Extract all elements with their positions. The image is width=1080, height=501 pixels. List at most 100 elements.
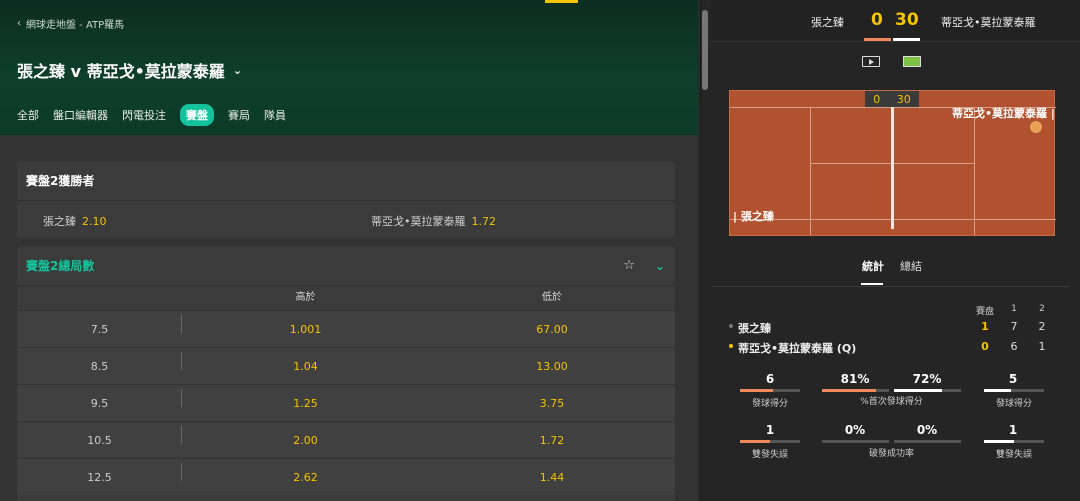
- breadcrumb[interactable]: ‹ 網球走地盤 - ATP羅馬: [17, 16, 124, 31]
- over-odds[interactable]: 1.25: [182, 397, 429, 410]
- player2-indicator: [893, 38, 920, 41]
- court-player2: 蒂亞戈•莫拉蒙泰羅 |: [952, 107, 1055, 120]
- player1-set1: 7: [1010, 320, 1018, 333]
- player1-name: 張之臻: [811, 16, 844, 29]
- under-odds[interactable]: 3.75: [429, 397, 675, 410]
- table-header: 高於 低於: [17, 286, 675, 310]
- first-serve-p2: 72%: [912, 372, 942, 386]
- divider: [181, 462, 182, 481]
- selection-name: 蒂亞戈•莫拉蒙泰羅: [371, 215, 466, 228]
- star-icon[interactable]: ☆: [623, 258, 635, 273]
- aces-label-p1: 發球得分: [751, 399, 788, 409]
- court-view-icon[interactable]: [903, 56, 921, 67]
- set2-header: 2: [1039, 304, 1045, 314]
- break-points-p2: 0%: [916, 423, 938, 437]
- aces-p2-bar: [984, 389, 1044, 392]
- page-title[interactable]: 張之臻 v 蒂亞戈•莫拉蒙泰羅 ⌄: [17, 58, 242, 82]
- scoreboard-header: 張之臻 0 30 蒂亞戈•莫拉蒙泰羅: [711, 0, 1080, 42]
- line-value: 9.5: [17, 388, 182, 410]
- breadcrumb-label[interactable]: 網球走地盤 - ATP羅馬: [26, 16, 124, 31]
- under-odds[interactable]: 1.44: [429, 471, 675, 484]
- table-row: 7.5 1.001 67.00: [17, 310, 675, 347]
- scrollbar[interactable]: [702, 10, 708, 90]
- divider: [712, 286, 1070, 287]
- match-header: ‹ 網球走地盤 - ATP羅馬 張之臻 v 蒂亞戈•莫拉蒙泰羅 ⌄ 全部 盤口編…: [0, 0, 698, 135]
- tab-players[interactable]: 隊員: [264, 105, 286, 125]
- tab-summary[interactable]: 總結: [900, 258, 922, 274]
- first-serve-p1-bar: [822, 389, 889, 392]
- table-row: 8.5 1.04 13.00: [17, 347, 675, 384]
- market-tabs: 全部 盤口編輯器 閃電投注 賽盤 賽局 隊員: [17, 104, 286, 126]
- player1-row-name: 張之臻: [738, 322, 771, 335]
- player1-score: 0: [871, 10, 883, 30]
- under-odds[interactable]: 13.00: [429, 360, 675, 373]
- match-title: 張之臻 v 蒂亞戈•莫拉蒙泰羅: [17, 62, 225, 81]
- chevron-left-icon[interactable]: ‹: [17, 18, 21, 29]
- line-value: 10.5: [17, 425, 182, 447]
- court-player1: | 張之臻: [733, 210, 774, 223]
- double-faults-p2-bar: [984, 440, 1044, 443]
- double-faults-p2: 1: [1008, 423, 1018, 437]
- selection-odds: 2.10: [82, 215, 107, 228]
- court-score: 0 30: [865, 91, 919, 107]
- serve-indicator: [729, 344, 733, 348]
- over-odds[interactable]: 1.04: [182, 360, 429, 373]
- market-title: 賽盤2總局數: [26, 259, 95, 273]
- selection-name: 張之臻: [43, 215, 76, 228]
- tab-games[interactable]: 賽局: [228, 105, 250, 125]
- double-faults-p1-bar: [740, 440, 800, 443]
- over-odds[interactable]: 2.62: [182, 471, 429, 484]
- table-row: 9.5 1.25 3.75: [17, 384, 675, 421]
- markets-panel: ‹ 網球走地盤 - ATP羅馬 張之臻 v 蒂亞戈•莫拉蒙泰羅 ⌄ 全部 盤口編…: [0, 0, 698, 501]
- ball-icon: [1030, 121, 1042, 133]
- divider: [181, 351, 182, 370]
- selection-odds: 1.72: [471, 215, 497, 228]
- sets-header: 賽盘: [976, 307, 995, 317]
- player1-indicator: [864, 38, 891, 41]
- break-points-label: 破發成功率: [868, 449, 914, 459]
- double-faults-p1: 1: [765, 423, 775, 437]
- tab-sets[interactable]: 賽盤: [180, 104, 214, 126]
- first-serve-p1: 81%: [840, 372, 870, 386]
- player2-score: 30: [895, 10, 919, 30]
- break-points-p2-bar: [894, 440, 961, 443]
- over-odds[interactable]: 2.00: [182, 434, 429, 447]
- play-video-icon[interactable]: [862, 56, 880, 67]
- set2-total-games-market: 賽盤2總局數 ☆ ⌄ 高於 低於 7.5 1.001 67.00 8.5 1.0…: [17, 246, 675, 501]
- selection-p2[interactable]: 蒂亞戈•莫拉蒙泰羅 1.72: [371, 213, 496, 229]
- top-accent-bar: [545, 0, 578, 3]
- table-row: 12.5 2.62 1.44: [17, 458, 675, 495]
- player1-set2: 2: [1038, 320, 1046, 333]
- aces-p1: 6: [765, 372, 775, 386]
- market-selections: 張之臻 2.10 蒂亞戈•莫拉蒙泰羅 1.72: [17, 201, 675, 238]
- tab-stats[interactable]: 統計: [862, 258, 884, 274]
- double-faults-label-p1: 雙發失誤: [751, 450, 788, 460]
- player2-row-name: 蒂亞戈•莫拉蒙泰羅 (Q): [738, 342, 857, 355]
- double-faults-label-p2: 雙發失誤: [995, 450, 1032, 460]
- selection-p1[interactable]: 張之臻 2.10: [43, 213, 107, 229]
- player2-current: 0: [981, 340, 989, 353]
- line-value: 8.5: [17, 351, 182, 373]
- player1-current: 1: [981, 320, 989, 333]
- over-odds[interactable]: 1.001: [182, 323, 429, 336]
- set1-header: 1: [1011, 304, 1017, 314]
- aces-label-p2: 發球得分: [995, 399, 1032, 409]
- first-serve-p2-bar: [894, 389, 961, 392]
- under-odds[interactable]: 67.00: [429, 323, 675, 336]
- market-title[interactable]: 賽盤2獲勝者: [17, 161, 675, 201]
- aces-p1-bar: [740, 389, 800, 392]
- tab-bet-builder[interactable]: 盤口編輯器: [53, 105, 108, 125]
- aces-p2: 5: [1008, 372, 1018, 386]
- chevron-down-icon[interactable]: ⌄: [233, 64, 242, 77]
- player2-name: 蒂亞戈•莫拉蒙泰羅: [941, 16, 1036, 29]
- tab-all[interactable]: 全部: [17, 105, 39, 125]
- break-points-p1: 0%: [844, 423, 866, 437]
- tab-flash-bet[interactable]: 閃電投注: [122, 105, 166, 125]
- divider: [181, 314, 182, 333]
- market-header[interactable]: 賽盤2總局數 ☆ ⌄: [17, 246, 675, 286]
- under-odds[interactable]: 1.72: [429, 434, 675, 447]
- chevron-down-icon[interactable]: ⌄: [655, 259, 665, 273]
- line-value: 12.5: [17, 462, 182, 484]
- player2-set2: 1: [1038, 340, 1046, 353]
- column-under: 低於: [542, 292, 562, 303]
